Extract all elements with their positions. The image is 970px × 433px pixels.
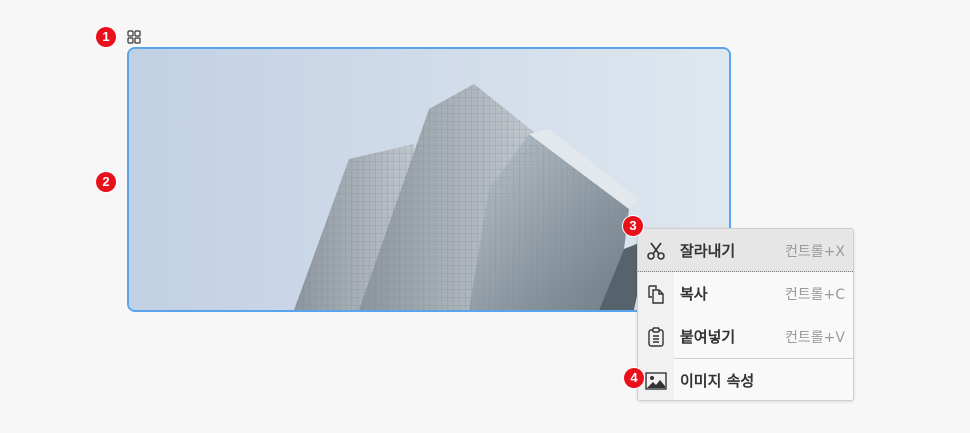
callout-badge-2: 2 [96, 172, 116, 192]
copy-icon [638, 272, 674, 315]
menu-item-shortcut: 컨트롤+X [785, 243, 845, 260]
paste-icon [638, 315, 674, 358]
menu-item-cut[interactable]: 잘라내기 컨트롤+X [638, 229, 853, 272]
menu-item-label: 이미지 속성 [680, 372, 755, 390]
callout-badge-1: 1 [96, 27, 116, 47]
menu-item-label: 잘라내기 [680, 242, 736, 260]
callout-badge-4: 4 [624, 368, 644, 388]
menu-item-paste[interactable]: 붙여넣기 컨트롤+V [638, 315, 853, 358]
menu-item-label: 복사 [680, 285, 708, 303]
menu-item-copy[interactable]: 복사 컨트롤+C [638, 272, 853, 315]
menu-item-label: 붙여넣기 [680, 328, 736, 346]
menu-item-image-properties[interactable]: 이미지 속성 [638, 359, 853, 402]
context-menu: 잘라내기 컨트롤+X 복사 컨트롤+C 붙여넣기 컨트롤+V 이미지 속성 [637, 228, 854, 401]
drag-handle-icon[interactable] [126, 29, 142, 45]
callout-badge-3: 3 [623, 216, 643, 236]
menu-item-shortcut: 컨트롤+C [784, 286, 845, 303]
scissors-icon [638, 229, 674, 272]
menu-item-shortcut: 컨트롤+V [785, 329, 845, 346]
